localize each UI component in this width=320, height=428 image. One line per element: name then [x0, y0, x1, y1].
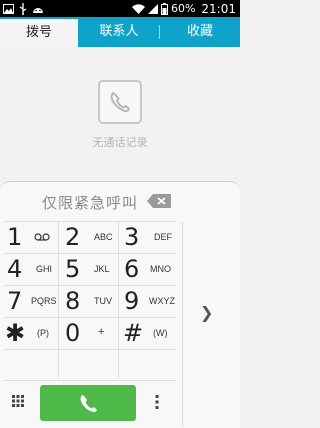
key-letters: ABC: [94, 232, 113, 242]
tab-contacts[interactable]: 联系人: [80, 17, 158, 47]
key-letters: MNO: [150, 264, 171, 274]
android-icon: [33, 7, 43, 13]
key-letters: JKL: [94, 264, 110, 274]
key-digit: ✱: [5, 319, 26, 347]
key-1[interactable]: 1: [0, 222, 58, 252]
key-letters: WXYZ: [149, 296, 175, 306]
key-digit: 9: [124, 287, 140, 315]
signal-icon: [147, 3, 158, 14]
key-digit: 8: [65, 287, 81, 315]
key-digit: 4: [7, 255, 23, 283]
key-digit: 6: [124, 255, 140, 283]
tab-dialer[interactable]: 拨号: [0, 17, 78, 47]
phone-icon: [110, 92, 130, 113]
key-digit: 1: [7, 223, 23, 251]
key-9[interactable]: 9 WXYZ: [119, 286, 179, 316]
dialpad-grid-icon[interactable]: [12, 395, 24, 407]
key-0[interactable]: 0 +: [59, 318, 118, 348]
tab-favorites[interactable]: 收藏: [160, 17, 240, 47]
key-hash[interactable]: # (W): [119, 318, 179, 348]
key-letters: +: [98, 326, 105, 338]
key-digit: 7: [7, 287, 23, 315]
empty-call-log-text: 无通话记录: [92, 136, 148, 149]
key-7[interactable]: 7 PQRS: [0, 286, 58, 316]
key-letters: (P): [37, 328, 49, 338]
usb-icon: [19, 2, 27, 15]
tab-label: 联系人: [99, 24, 139, 39]
key-digit: #: [123, 319, 144, 347]
backspace-icon[interactable]: [146, 193, 172, 209]
tab-label: 收藏: [186, 24, 213, 39]
key-digit: 0: [65, 319, 81, 347]
image-icon: [3, 3, 14, 14]
key-digit: 3: [124, 223, 140, 251]
more-options-icon[interactable]: [155, 395, 159, 409]
tab-bar: 拨号 联系人 收藏: [0, 17, 240, 47]
tab-label: 拨号: [25, 25, 52, 40]
key-6[interactable]: 6 MNO: [119, 254, 179, 284]
phone-icon: [80, 395, 97, 412]
wifi-icon: [131, 3, 145, 14]
key-letters: GHI: [36, 264, 53, 274]
voicemail-icon: [34, 233, 50, 241]
battery-percent: 60%: [170, 2, 196, 15]
call-button[interactable]: [40, 385, 136, 421]
divider: [4, 349, 176, 350]
clock: 21:01: [201, 1, 236, 16]
call-log-placeholder: [98, 80, 142, 124]
key-digit: 2: [65, 223, 81, 251]
battery-icon: [160, 2, 168, 15]
status-bar: 60% 21:01: [0, 0, 240, 17]
key-digit: 5: [65, 255, 81, 283]
chevron-right-icon[interactable]: ❯: [200, 303, 213, 322]
key-star[interactable]: ✱ (P): [0, 318, 58, 348]
key-letters: DEF: [154, 232, 172, 242]
key-4[interactable]: 4 GHI: [0, 254, 58, 284]
key-3[interactable]: 3 DEF: [119, 222, 179, 252]
key-letters: PQRS: [31, 296, 57, 306]
key-letters: TUV: [94, 296, 112, 306]
key-letters: (W): [153, 328, 168, 338]
divider: [4, 380, 176, 381]
divider: [182, 222, 183, 427]
key-5[interactable]: 5 JKL: [59, 254, 118, 284]
key-2[interactable]: 2 ABC: [59, 222, 118, 252]
key-8[interactable]: 8 TUV: [59, 286, 118, 316]
